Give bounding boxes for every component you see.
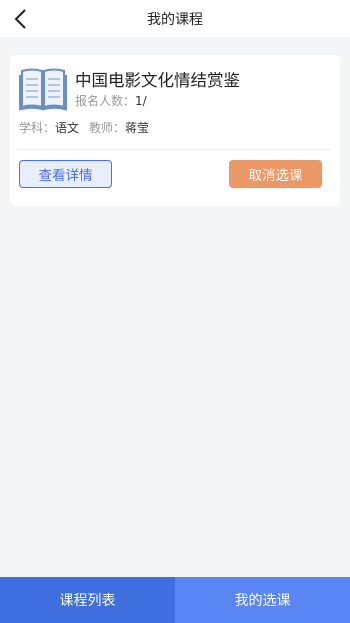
book-icon	[19, 68, 67, 111]
enrollment-value: 1/	[135, 94, 147, 108]
tab-course-list[interactable]: 课程列表	[0, 577, 175, 623]
page-title: 我的课程	[147, 11, 203, 28]
teacher-value: 蒋莹	[125, 121, 150, 135]
view-details-button[interactable]: 查看详情	[19, 160, 112, 188]
course-meta: 学科：语文 教师：蒋莹	[19, 119, 149, 136]
bottom-tab-bar: 课程列表 我的选课	[0, 577, 350, 623]
teacher-label: 教师：	[89, 121, 126, 135]
chevron-left-icon	[14, 9, 26, 29]
subject-value: 语文	[55, 121, 80, 135]
enrollment-label: 报名人数：	[75, 94, 136, 108]
card-divider	[19, 149, 331, 150]
top-nav-bar: 我的课程	[0, 0, 350, 37]
tab-my-enrollments[interactable]: 我的选课	[175, 577, 350, 623]
back-button[interactable]	[12, 8, 32, 30]
course-title: 中国电影文化情结赏鉴	[75, 71, 240, 90]
course-card: 中国电影文化情结赏鉴 报名人数：1/ 学科：语文 教师：蒋莹 查看详情 取消选课	[10, 55, 340, 206]
cancel-enrollment-button[interactable]: 取消选课	[229, 160, 322, 188]
enrollment-count: 报名人数：1/	[75, 92, 147, 109]
subject-label: 学科：	[19, 121, 56, 135]
page: 我的课程 中国电影文化情结赏鉴 报名人数：1/ 学科：语文 教师：蒋莹 查看详情 …	[0, 0, 350, 623]
